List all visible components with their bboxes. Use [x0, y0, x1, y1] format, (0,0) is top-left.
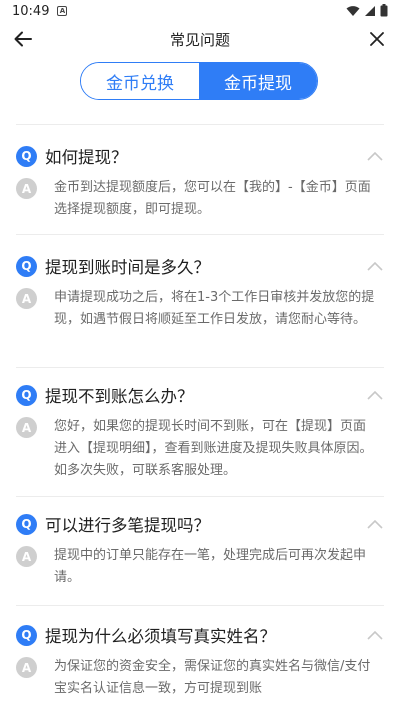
divider [16, 605, 384, 606]
faq-question-row[interactable]: Q 提现不到账怎么办？ [0, 380, 400, 410]
divider [16, 367, 384, 368]
faq-item: Q 可以进行多笔提现吗？ A 提现中的订单只能存在一笔，处理完成后可再次发起申请… [0, 509, 400, 589]
answer-badge: A [16, 178, 37, 199]
chevron-up-icon[interactable] [366, 626, 384, 644]
arrow-left-icon [14, 31, 32, 47]
status-bar: 10:49 A [0, 0, 400, 22]
chevron-up-icon[interactable] [366, 515, 384, 533]
close-button[interactable] [366, 28, 388, 50]
header: 常见问题 [0, 22, 400, 56]
question-badge: Q [16, 145, 37, 167]
chevron-up-icon[interactable] [366, 386, 384, 404]
faq-answer: 为保证您的资金安全，需保证您的真实姓名与微信/支付宝实名认证信息一致，方可提现到… [54, 659, 371, 696]
faq-answer-row: A 您好，如果您的提现长时间不到账，可在【提现】页面进入【提现明细】，查看到账进… [0, 416, 400, 482]
answer-badge: A [16, 657, 37, 678]
faq-question: 可以进行多笔提现吗？ [45, 516, 210, 535]
faq-answer: 申请提现成功之后，将在1-3个工作日审核并发放您的提现，如遇节假日将顺延至工作日… [54, 290, 375, 327]
faq-question: 提现不到账怎么办？ [45, 387, 194, 406]
faq-item: Q 提现为什么必须填写真实姓名？ A 为保证您的资金安全，需保证您的真实姓名与微… [0, 620, 400, 700]
battery-icon [380, 2, 388, 21]
faq-question: 提现到账时间是多久？ [45, 258, 210, 277]
faq-question-row[interactable]: Q 提现到账时间是多久？ [0, 251, 400, 281]
faq-answer-row: A 金币到达提现额度后，您可以在【我的】-【金币】页面选择提现额度，即可提现。 [0, 177, 400, 221]
divider [16, 234, 384, 235]
question-badge: Q [16, 255, 37, 277]
status-icons [346, 2, 388, 21]
tab-coin-exchange[interactable]: 金币兑换 [81, 63, 199, 99]
wifi-icon [346, 2, 360, 21]
faq-answer: 您好，如果您的提现长时间不到账，可在【提现】页面进入【提现明细】，查看到账进度及… [54, 419, 373, 478]
tab-coin-withdraw[interactable]: 金币提现 [199, 63, 317, 99]
page-title: 常见问题 [169, 30, 230, 49]
tab-switcher: 金币兑换 金币提现 [80, 62, 318, 100]
question-badge: Q [16, 513, 37, 535]
faq-item: Q 提现不到账怎么办？ A 您好，如果您的提现长时间不到账，可在【提现】页面进入… [0, 380, 400, 482]
faq-answer-row: A 为保证您的资金安全，需保证您的真实姓名与微信/支付宝实名认证信息一致，方可提… [0, 656, 400, 700]
faq-question-row[interactable]: Q 提现为什么必须填写真实姓名？ [0, 620, 400, 650]
faq-item: Q 如何提现？ A 金币到达提现额度后，您可以在【我的】-【金币】页面选择提现额… [0, 141, 400, 221]
divider [16, 124, 384, 125]
faq-question: 如何提现？ [45, 148, 128, 167]
chevron-up-icon[interactable] [366, 147, 384, 165]
faq-question-row[interactable]: Q 可以进行多笔提现吗？ [0, 509, 400, 539]
question-badge: Q [16, 624, 37, 646]
faq-question-row[interactable]: Q 如何提现？ [0, 141, 400, 171]
close-icon [370, 32, 384, 46]
answer-badge: A [16, 288, 37, 309]
answer-badge: A [16, 546, 37, 567]
divider [16, 496, 384, 497]
question-badge: Q [16, 384, 37, 406]
faq-answer: 金币到达提现额度后，您可以在【我的】-【金币】页面选择提现额度，即可提现。 [54, 180, 371, 217]
faq-answer: 提现中的订单只能存在一笔，处理完成后可再次发起申请。 [54, 548, 367, 585]
answer-badge: A [16, 417, 37, 438]
faq-answer-row: A 提现中的订单只能存在一笔，处理完成后可再次发起申请。 [0, 545, 400, 589]
notification-icon: A [57, 6, 68, 16]
chevron-up-icon[interactable] [366, 257, 384, 275]
faq-question: 提现为什么必须填写真实姓名？ [45, 627, 276, 646]
faq-answer-row: A 申请提现成功之后，将在1-3个工作日审核并发放您的提现，如遇节假日将顺延至工… [0, 287, 400, 331]
status-time: 10:49 [12, 3, 50, 19]
signal-icon [364, 2, 376, 21]
faq-item: Q 提现到账时间是多久？ A 申请提现成功之后，将在1-3个工作日审核并发放您的… [0, 251, 400, 331]
back-button[interactable] [12, 28, 34, 50]
